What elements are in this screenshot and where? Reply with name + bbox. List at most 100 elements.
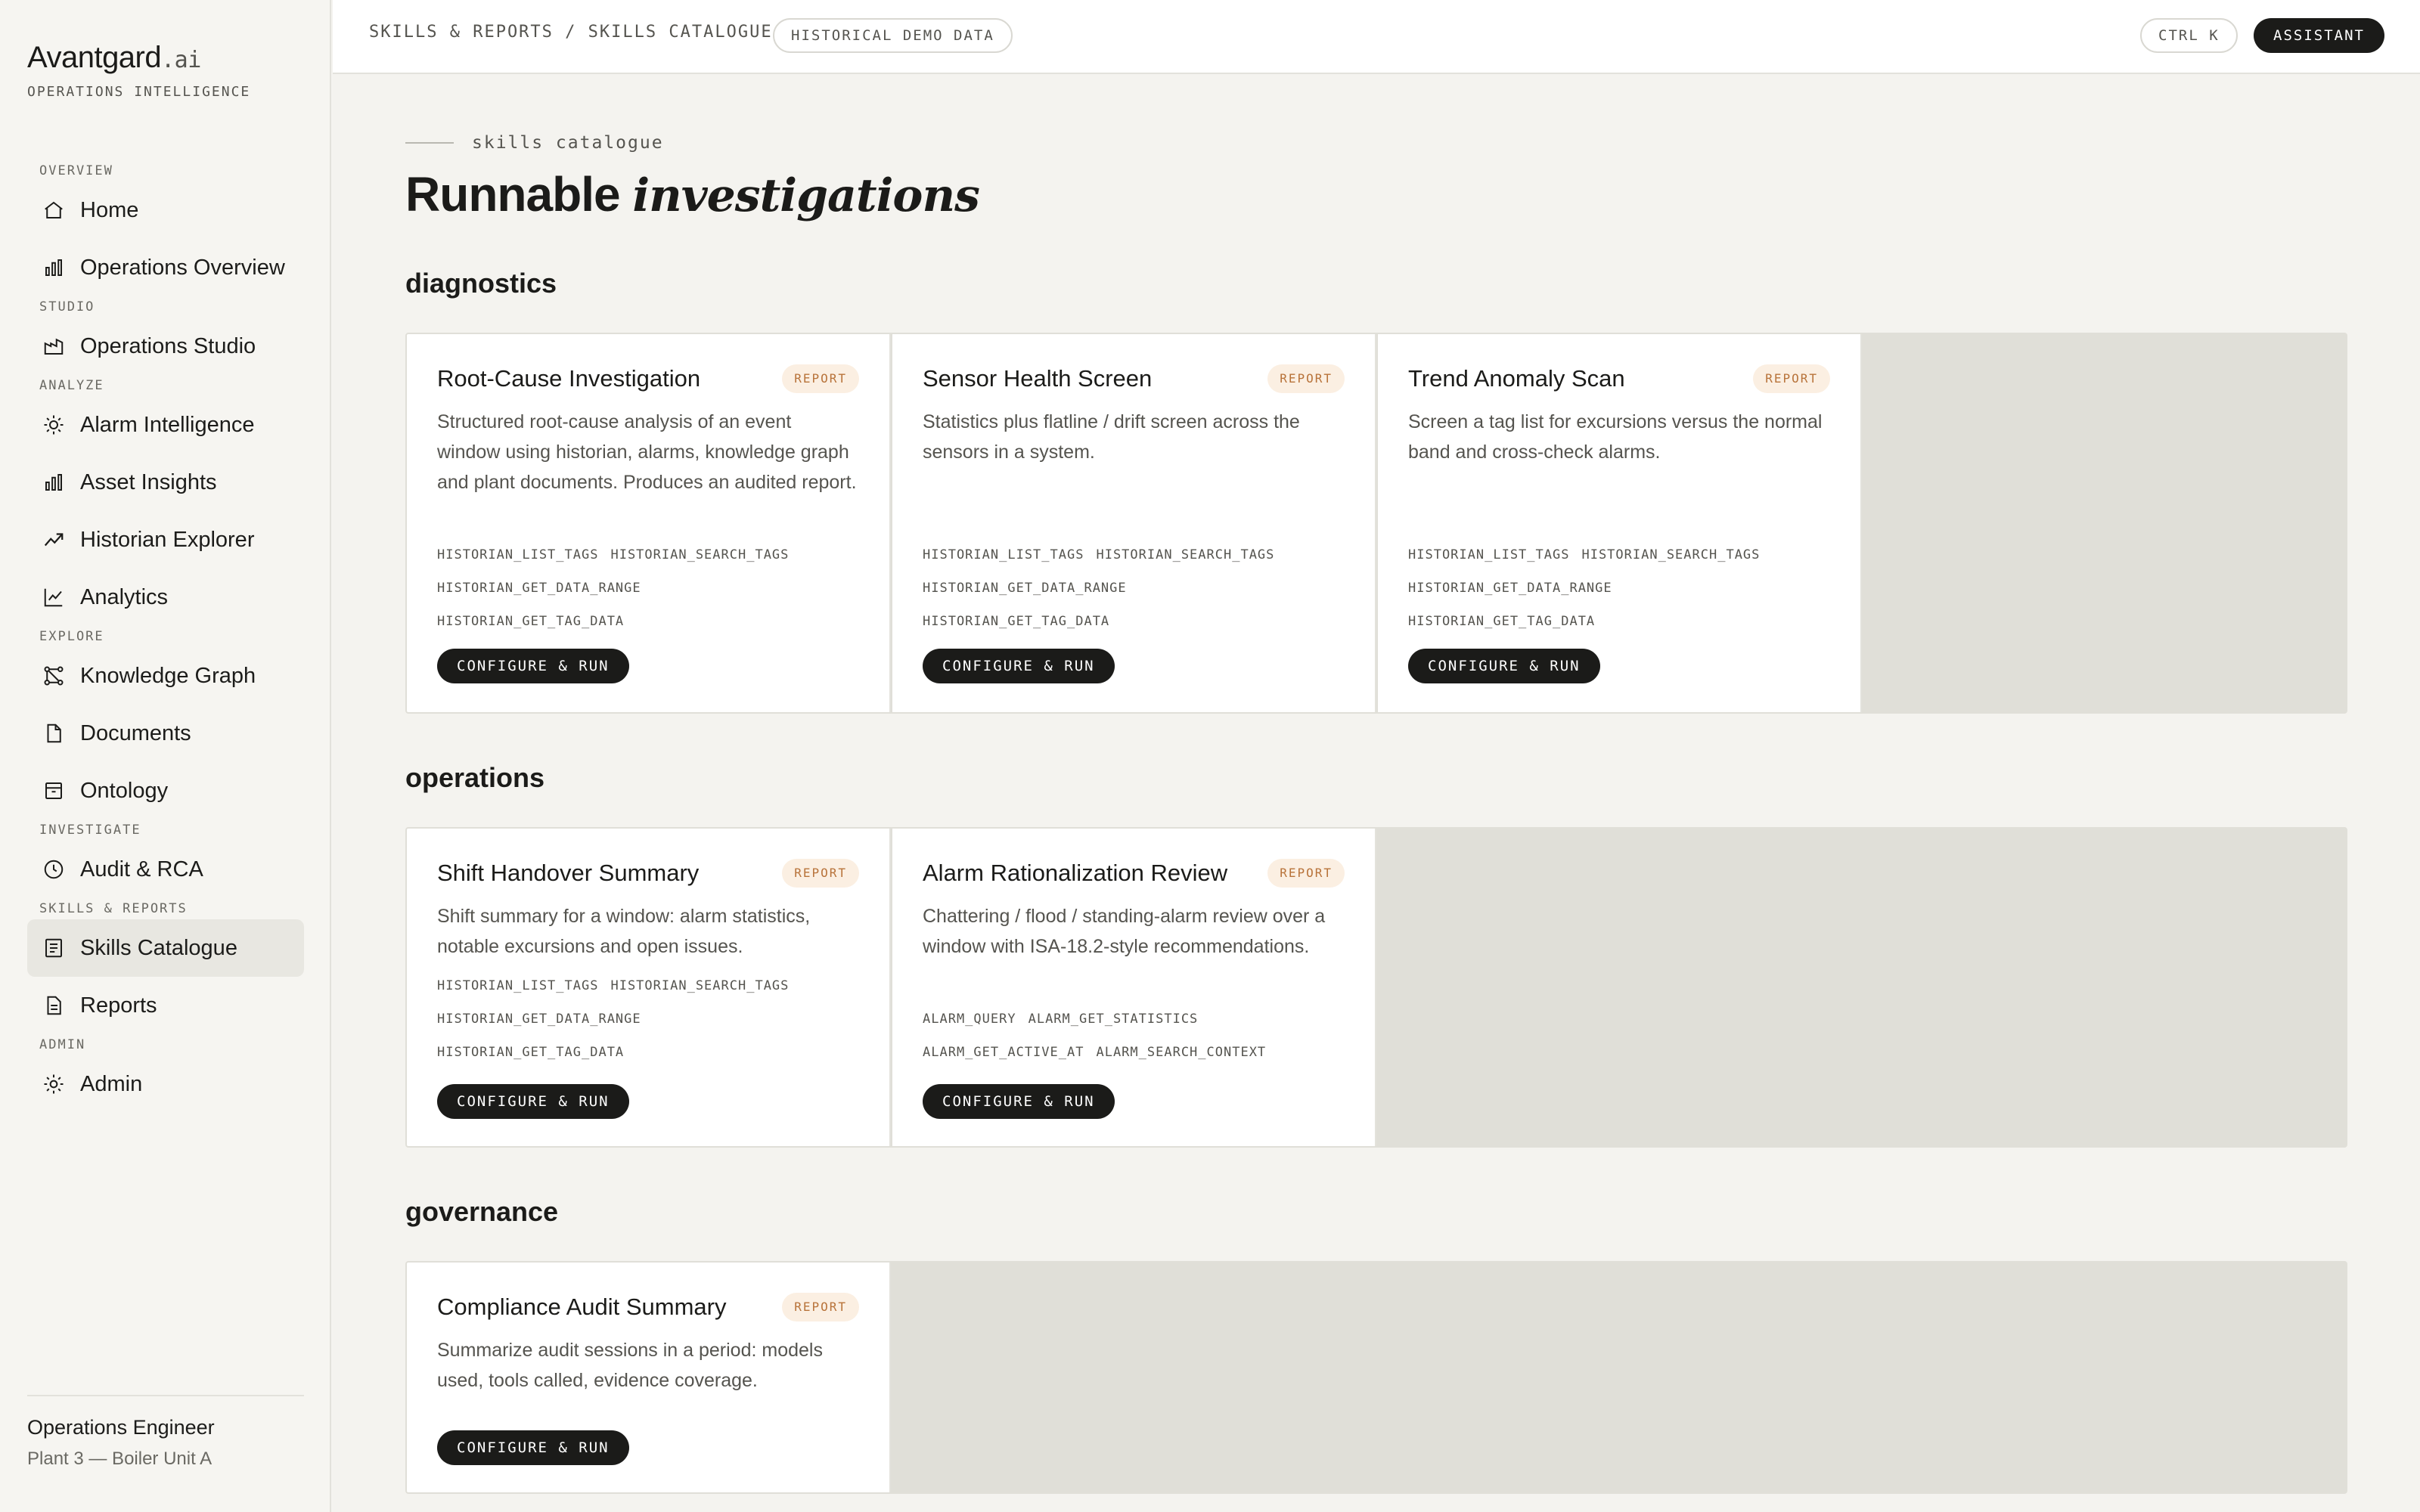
tool-tag: HISTORIAN_SEARCH_TAGS	[1096, 547, 1275, 562]
tool-line: HISTORIAN_GET_TAG_DATA	[1408, 605, 1832, 638]
sidebar-item-label: Analytics	[80, 584, 169, 609]
home-icon	[45, 201, 63, 218]
sidebar-item-operations-studio[interactable]: Operations Studio	[27, 318, 304, 375]
nav-section-investigate: INVESTIGATE	[39, 823, 141, 838]
page-eyebrow: skills catalogue	[405, 133, 664, 153]
card-description: Chattering / flood / standing-alarm revi…	[923, 906, 1326, 957]
sidebar: Avantgard.ai OPERATIONS INTELLIGENCE OVE…	[0, 0, 331, 1512]
card-description: Shift summary for a window: alarm statis…	[437, 906, 811, 957]
command-palette-button[interactable]: CTRL K	[2140, 18, 2238, 53]
sidebar-item-label: Knowledge Graph	[80, 663, 256, 688]
list-box-icon	[45, 938, 62, 958]
sidebar-item-label: Ontology	[80, 778, 169, 803]
page-title: Runnable investigations	[405, 166, 980, 222]
sidebar-item-label: Operations Overview	[80, 255, 285, 280]
user-profile[interactable]: Operations Engineer Plant 3 — Boiler Uni…	[27, 1395, 304, 1470]
tool-line: HISTORIAN_GET_TAG_DATA	[437, 605, 861, 638]
sidebar-item-asset-insights[interactable]: Asset Insights	[27, 454, 304, 511]
gear-icon	[44, 1074, 64, 1094]
configure-run-button[interactable]: CONFIGURE & RUN	[923, 649, 1115, 683]
tool-tag: HISTORIAN_GET_TAG_DATA	[1408, 614, 1596, 629]
card-description: Summarize audit sessions in a period: mo…	[437, 1340, 823, 1391]
tool-tag: ALARM_SEARCH_CONTEXT	[1096, 1045, 1267, 1060]
sidebar-item-label: Historian Explorer	[80, 527, 255, 552]
nav-section-analyze: ANALYZE	[39, 378, 104, 393]
tool-line: HISTORIAN_LIST_TAGS HISTORIAN_SEARCH_TAGS	[923, 538, 1346, 572]
breadcrumb[interactable]: SKILLS & REPORTS / SKILLS CATALOGUE	[369, 23, 773, 42]
demo-data-badge: HISTORICAL DEMO DATA	[773, 18, 1013, 53]
tool-list: HISTORIAN_LIST_TAGS HISTORIAN_SEARCH_TAGS…	[1408, 538, 1832, 638]
tool-line: HISTORIAN_GET_TAG_DATA	[437, 1036, 861, 1069]
skill-card: Compliance Audit Summary REPORT Summarize…	[407, 1263, 891, 1492]
card-description: Screen a tag list for excursions versus …	[1408, 411, 1823, 463]
sidebar-item-historian-explorer[interactable]: Historian Explorer	[27, 511, 304, 569]
sidebar-item-documents[interactable]: Documents	[27, 705, 304, 762]
eyebrow-rule	[405, 142, 454, 144]
skill-card: Shift Handover Summary REPORT Shift summa…	[407, 829, 891, 1146]
line-chart-icon	[44, 588, 63, 607]
sidebar-item-alarm-intelligence[interactable]: Alarm Intelligence	[27, 396, 304, 454]
report-icon	[47, 996, 61, 1015]
configure-run-button[interactable]: CONFIGURE & RUN	[437, 1084, 629, 1119]
operations-grid: Shift Handover Summary REPORT Shift summa…	[405, 827, 2347, 1148]
page-title-italic: investigations	[632, 169, 979, 222]
tool-list: HISTORIAN_LIST_TAGS HISTORIAN_SEARCH_TAGS…	[437, 538, 861, 638]
sun-alert-icon	[44, 415, 64, 435]
tool-line: HISTORIAN_GET_DATA_RANGE	[1408, 572, 1832, 605]
sidebar-nav: OVERVIEW Home Operations Overview STUDIO…	[27, 160, 304, 1113]
tool-list: ALARM_QUERY ALARM_GET_STATISTICS ALARM_GE…	[923, 1002, 1346, 1069]
sidebar-item-analytics[interactable]: Analytics	[27, 569, 304, 626]
section-title-governance: governance	[405, 1196, 559, 1227]
sidebar-item-audit-rca[interactable]: Audit & RCA	[27, 841, 304, 898]
tool-line: HISTORIAN_GET_DATA_RANGE	[923, 572, 1346, 605]
brand-subtitle: OPERATIONS INTELLIGENCE	[27, 84, 251, 100]
tool-tag: HISTORIAN_GET_TAG_DATA	[923, 614, 1110, 629]
tool-tag: HISTORIAN_SEARCH_TAGS	[1581, 547, 1761, 562]
tool-tag: HISTORIAN_LIST_TAGS	[1408, 547, 1570, 562]
card-title: Root-Cause Investigation	[437, 365, 701, 392]
archive-icon	[45, 782, 62, 799]
report-badge: REPORT	[782, 1293, 859, 1321]
sidebar-item-ontology[interactable]: Ontology	[27, 762, 304, 820]
configure-run-button[interactable]: CONFIGURE & RUN	[437, 649, 629, 683]
sidebar-item-operations-overview[interactable]: Operations Overview	[27, 239, 304, 296]
sidebar-item-reports[interactable]: Reports	[27, 977, 304, 1034]
user-role: Operations Engineer	[27, 1416, 215, 1439]
nav-section-skills-reports: SKILLS & REPORTS	[39, 901, 188, 916]
tool-line: HISTORIAN_GET_DATA_RANGE	[437, 572, 861, 605]
card-title: Compliance Audit Summary	[437, 1294, 727, 1320]
clock-icon	[44, 860, 64, 879]
report-badge: REPORT	[1267, 859, 1345, 888]
topbar: SKILLS & REPORTS / SKILLS CATALOGUE HIST…	[333, 0, 2420, 74]
diagnostics-grid: Root-Cause Investigation REPORT Structure…	[405, 333, 2347, 714]
document-icon	[47, 723, 61, 743]
brand-logo[interactable]: Avantgard.ai	[27, 41, 250, 75]
card-description: Structured root-cause analysis of an eve…	[437, 411, 857, 493]
tool-tag: HISTORIAN_SEARCH_TAGS	[610, 547, 790, 562]
configure-run-button[interactable]: CONFIGURE & RUN	[437, 1430, 629, 1465]
sidebar-item-admin[interactable]: Admin	[27, 1055, 304, 1113]
configure-run-button[interactable]: CONFIGURE & RUN	[923, 1084, 1115, 1119]
tool-tag: HISTORIAN_GET_DATA_RANGE	[923, 581, 1127, 596]
tool-list: HISTORIAN_LIST_TAGS HISTORIAN_SEARCH_TAGS…	[437, 969, 861, 1069]
report-badge: REPORT	[1753, 364, 1830, 393]
sidebar-item-skills-catalogue[interactable]: Skills Catalogue	[27, 919, 304, 977]
nav-section-studio: STUDIO	[39, 299, 95, 314]
bar-chart-icon	[45, 259, 62, 276]
user-site: Plant 3 — Boiler Unit A	[27, 1448, 213, 1469]
skill-card: Alarm Rationalization Review REPORT Chatt…	[892, 829, 1376, 1146]
tool-tag: HISTORIAN_GET_DATA_RANGE	[1408, 581, 1612, 596]
assistant-button[interactable]: ASSISTANT	[2254, 18, 2384, 53]
sidebar-item-label: Operations Studio	[80, 333, 256, 358]
nav-section-admin: ADMIN	[39, 1037, 86, 1052]
section-title-operations: operations	[405, 762, 545, 793]
sidebar-item-knowledge-graph[interactable]: Knowledge Graph	[27, 647, 304, 705]
sidebar-item-label: Audit & RCA	[80, 857, 203, 881]
configure-run-button[interactable]: CONFIGURE & RUN	[1408, 649, 1600, 683]
trend-up-icon	[44, 533, 64, 547]
graph-icon	[44, 666, 64, 686]
sidebar-item-home[interactable]: Home	[27, 181, 304, 239]
card-title: Trend Anomaly Scan	[1408, 365, 1625, 392]
tool-line: ALARM_QUERY ALARM_GET_STATISTICS	[923, 1002, 1346, 1036]
tool-line: HISTORIAN_GET_DATA_RANGE	[437, 1002, 861, 1036]
